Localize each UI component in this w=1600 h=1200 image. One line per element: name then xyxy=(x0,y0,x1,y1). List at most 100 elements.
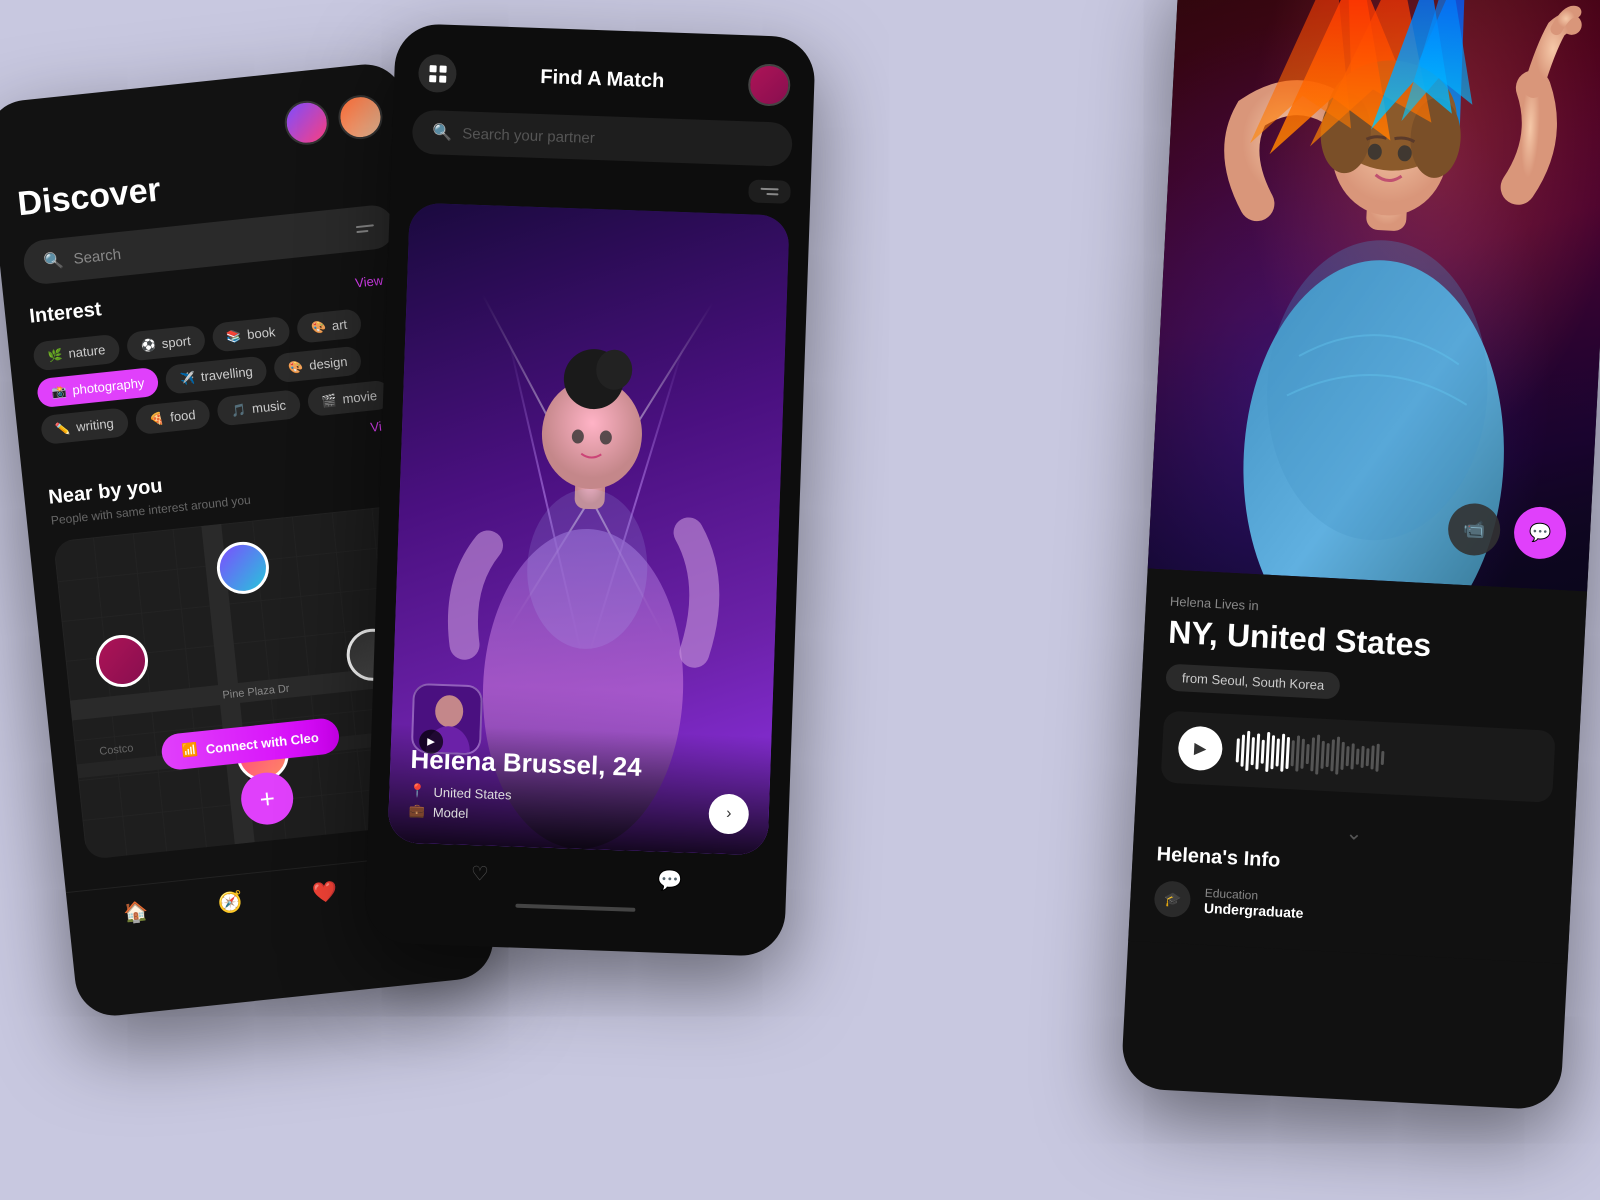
chat-button[interactable]: 💬 xyxy=(1513,506,1568,561)
design-icon: 🎨 xyxy=(288,359,304,374)
interest-title: Interest xyxy=(28,298,102,328)
play-icon: ▶ xyxy=(1194,738,1207,759)
wave-bar xyxy=(1255,734,1260,770)
wifi-icon: 📶 xyxy=(181,742,199,760)
heart-bottom-icon[interactable]: ♡ xyxy=(470,861,489,887)
education-info-row: 🎓 Education Undergraduate xyxy=(1153,880,1546,936)
tag-music[interactable]: 🎵 music xyxy=(216,389,301,427)
feathers-svg xyxy=(1170,0,1600,172)
tag-book[interactable]: 📚 book xyxy=(211,316,291,353)
tag-movie[interactable]: 🎬 movie xyxy=(306,380,392,418)
wave-bar xyxy=(1381,751,1385,765)
wave-bar xyxy=(1275,739,1279,767)
from-badge: from Seoul, South Korea xyxy=(1165,664,1341,700)
action-buttons: 📹 💬 xyxy=(1447,502,1568,560)
wave-bar xyxy=(1310,737,1315,771)
video-icon: 📹 xyxy=(1462,518,1485,540)
wave-bar xyxy=(1320,741,1324,769)
wave-bar xyxy=(1335,737,1340,775)
audio-player: ▶ xyxy=(1160,711,1555,803)
profile-profession: Model xyxy=(433,804,469,820)
profile-info-section: Helena Lives in NY, United States from S… xyxy=(1128,568,1587,964)
wave-bar xyxy=(1326,743,1330,767)
tag-label: photography xyxy=(72,375,145,397)
tag-food[interactable]: 🍕 food xyxy=(134,399,211,436)
header-avatar[interactable] xyxy=(748,63,791,106)
travelling-icon: ✈️ xyxy=(179,370,195,385)
chat-icon: 💬 xyxy=(1528,522,1551,544)
writing-icon: ✏️ xyxy=(55,421,71,436)
search-icon: 🔍 xyxy=(43,250,65,272)
match-search-input[interactable]: Search your partner xyxy=(462,125,772,153)
heart-nav-icon[interactable]: ❤️ xyxy=(311,879,338,906)
profile-profession-row: 💼 Model xyxy=(408,803,640,827)
photography-icon: 📸 xyxy=(51,384,67,399)
avatar-2[interactable] xyxy=(336,93,384,141)
education-icon: 🎓 xyxy=(1153,880,1191,918)
profile-card: Helena Brussel, 24 📍 United States 💼 Mod… xyxy=(388,203,790,856)
match-header: Find A Match xyxy=(393,23,816,124)
wave-bar xyxy=(1366,748,1370,766)
tag-art[interactable]: 🎨 art xyxy=(296,308,363,344)
tag-label: movie xyxy=(342,388,378,407)
tag-label: music xyxy=(251,398,286,416)
compass-nav-icon[interactable]: 🧭 xyxy=(217,889,244,916)
audio-waveform xyxy=(1235,731,1539,787)
wave-bar xyxy=(1370,746,1374,770)
wave-bar xyxy=(1270,735,1275,769)
wave-bar xyxy=(1291,740,1295,766)
avatar-1[interactable] xyxy=(283,99,331,147)
wave-bar xyxy=(1315,735,1320,775)
art-icon: 🎨 xyxy=(310,319,326,334)
wave-bar xyxy=(1306,744,1310,764)
food-icon: 🍕 xyxy=(149,411,165,426)
wave-bar xyxy=(1280,734,1285,772)
wave-bar xyxy=(1285,737,1290,769)
location-pin-icon: 📍 xyxy=(409,783,426,800)
hero-section: ‹ ··· 📹 💬 xyxy=(1148,0,1600,591)
tag-writing[interactable]: ✏️ writing xyxy=(40,407,129,445)
wave-bar xyxy=(1251,737,1255,765)
tag-sport[interactable]: ⚽ sport xyxy=(126,325,206,362)
tag-nature[interactable]: 🌿 nature xyxy=(32,334,120,372)
tag-label: book xyxy=(246,324,276,342)
phone-find-match: Find A Match 🔍 Search your partner xyxy=(364,23,816,957)
tag-label: travelling xyxy=(200,364,253,384)
nature-icon: 🌿 xyxy=(47,347,63,362)
tag-travelling[interactable]: ✈️ travelling xyxy=(165,355,268,394)
tag-design[interactable]: 🎨 design xyxy=(273,345,363,383)
tag-label: art xyxy=(331,317,348,334)
sport-icon: ⚽ xyxy=(140,337,156,352)
briefcase-icon: 💼 xyxy=(408,803,425,820)
grid-menu-button[interactable] xyxy=(418,54,457,93)
tag-label: sport xyxy=(161,333,191,351)
tag-photography[interactable]: 📸 photography xyxy=(36,367,160,409)
grid-dots-icon xyxy=(429,65,447,83)
profile-location: United States xyxy=(433,784,512,802)
wave-bar xyxy=(1340,742,1344,770)
wave-bar xyxy=(1361,746,1365,768)
home-nav-icon[interactable]: 🏠 xyxy=(122,899,149,926)
audio-play-button[interactable]: ▶ xyxy=(1177,725,1223,771)
wave-bar xyxy=(1240,735,1245,767)
match-filter-button[interactable] xyxy=(748,179,791,203)
chat-bottom-icon[interactable]: 💬 xyxy=(657,868,683,894)
wave-bar xyxy=(1330,739,1335,771)
tag-label: nature xyxy=(68,342,106,361)
tag-label: food xyxy=(169,407,196,425)
wave-bar xyxy=(1295,736,1300,772)
video-call-button[interactable]: 📹 xyxy=(1447,502,1502,557)
search-input[interactable]: Search xyxy=(73,222,347,268)
wave-bar xyxy=(1300,739,1305,769)
wave-bar xyxy=(1350,744,1354,770)
wave-bar xyxy=(1375,744,1379,772)
filter-lines-icon xyxy=(760,188,778,196)
tag-label: writing xyxy=(75,416,114,435)
wave-bar xyxy=(1261,740,1265,764)
more-options-button[interactable]: ··· xyxy=(1572,0,1599,10)
movie-icon: 🎬 xyxy=(321,393,337,408)
filter-icon[interactable] xyxy=(356,224,375,233)
wave-bar xyxy=(1236,739,1240,763)
phone-profile-detail: ‹ ··· 📹 💬 Helena Lives in NY, United Sta… xyxy=(1120,0,1600,1111)
match-search-icon: 🔍 xyxy=(432,122,453,143)
